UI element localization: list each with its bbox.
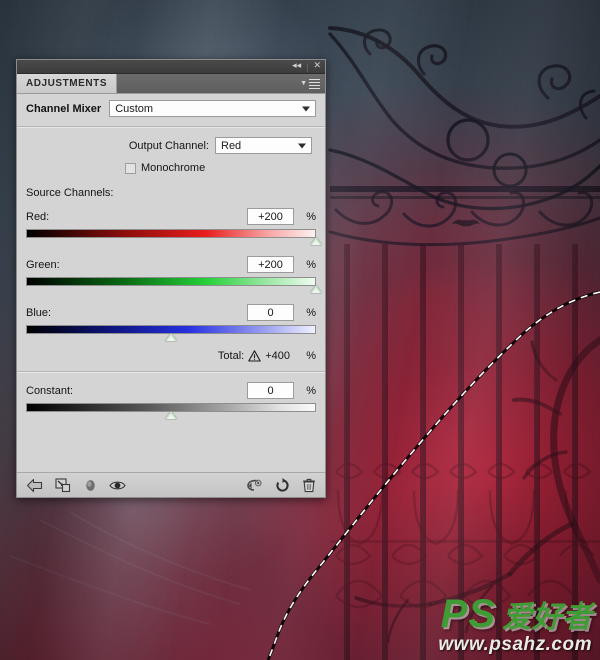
preview-toggle-icon[interactable] [84, 478, 97, 493]
panel-menu-icon[interactable]: ▼ [300, 74, 325, 93]
page-title: Channel Mixer [26, 102, 102, 115]
watermark-url: www.psahz.com [438, 634, 592, 655]
slider-track-wrap-constant[interactable] [26, 403, 316, 421]
photoshop-document-canvas: PS 爱好者 www.psahz.com ◂◂ | ✕ ADJUSTMENTS ▼… [0, 0, 600, 660]
monochrome-row: Monochrome [17, 154, 325, 174]
preset-select[interactable]: Custom [109, 100, 316, 117]
slider-track-green[interactable] [26, 277, 316, 286]
slider-track-wrap-blue[interactable] [26, 325, 316, 343]
output-channel-value: Red [221, 139, 242, 152]
output-channel-label: Output Channel: [128, 139, 209, 152]
slider-label-blue: Blue: [26, 306, 52, 319]
slider-thumb-green[interactable] [310, 285, 322, 293]
collapse-to-icons-icon[interactable]: ◂◂ [292, 62, 301, 71]
slider-unit-constant: % [306, 384, 316, 397]
output-channel-row: Output Channel: Red [17, 128, 325, 154]
tab-adjustments-label: ADJUSTMENTS [26, 78, 108, 89]
slider-track-red[interactable] [26, 229, 316, 238]
slider-value-green[interactable]: +200 [247, 256, 294, 273]
source-channels-label: Source Channels: [26, 187, 114, 199]
hamburger-icon [309, 78, 320, 89]
slider-thumb-constant[interactable] [165, 411, 177, 419]
trash-icon[interactable] [302, 478, 316, 493]
slider-unit-blue: % [306, 306, 316, 319]
total-unit: % [306, 350, 316, 362]
watermark-brand-cn: 爱好者 [502, 601, 592, 634]
adjustments-panel: ◂◂ | ✕ ADJUSTMENTS ▼ Channel Mixer Custo… [16, 59, 326, 498]
back-arrow-icon[interactable] [26, 478, 43, 493]
monochrome-checkbox[interactable] [125, 162, 136, 174]
slider-thumb-red[interactable] [310, 237, 322, 245]
slider-unit-green: % [306, 258, 316, 271]
slider-value-constant[interactable]: 0 [247, 382, 294, 399]
watermark-brand: PS [440, 592, 496, 636]
panel-titlebar: ◂◂ | ✕ [17, 60, 325, 74]
slider-label-constant: Constant: [26, 384, 74, 397]
clip-to-layer-icon[interactable] [55, 477, 72, 493]
panel-toolbar [17, 472, 325, 497]
slider-head-green: Green: +200 % [26, 256, 316, 273]
titlebar-separator: | [306, 61, 309, 72]
site-watermark: PS 爱好者 www.psahz.com [438, 594, 592, 654]
warning-triangle-icon [248, 350, 261, 362]
slider-group-green: Green: +200 % [17, 247, 325, 295]
total-value: +400 [265, 350, 290, 362]
output-channel-select[interactable]: Red [215, 137, 312, 154]
chevron-down-icon [298, 143, 306, 148]
slider-head-constant: Constant: 0 % [26, 382, 316, 399]
monochrome-label: Monochrome [141, 162, 206, 174]
close-icon[interactable]: ✕ [313, 62, 321, 71]
slider-label-green: Green: [26, 258, 60, 271]
slider-group-constant: Constant: 0 % [17, 373, 325, 421]
chevron-down-icon [302, 106, 310, 111]
slider-unit-red: % [306, 210, 316, 223]
reset-icon[interactable] [275, 477, 290, 493]
total-label: Total: [217, 350, 245, 362]
view-previous-state-icon[interactable] [246, 478, 263, 493]
slider-value-blue[interactable]: 0 [247, 304, 294, 321]
slider-label-red: Red: [26, 210, 50, 223]
eye-icon[interactable] [109, 479, 126, 492]
slider-head-red: Red: +200 % [26, 208, 316, 225]
total-row: Total: +400 % [17, 343, 325, 362]
slider-value-red[interactable]: +200 [247, 208, 294, 225]
chevron-down-icon: ▼ [300, 80, 307, 87]
slider-head-blue: Blue: 0 % [26, 304, 316, 321]
panel-body: Channel Mixer Custom Output Channel: Red… [17, 94, 325, 421]
tab-adjustments[interactable]: ADJUSTMENTS [17, 74, 118, 93]
slider-track-wrap-green[interactable] [26, 277, 322, 295]
slider-track-wrap-red[interactable] [26, 229, 322, 247]
preset-select-value: Custom [115, 102, 154, 115]
tabbar-spacer [117, 74, 300, 93]
slider-group-blue: Blue: 0 % [17, 295, 325, 343]
slider-thumb-blue[interactable] [165, 333, 177, 341]
slider-group-red: Red: +200 % [17, 199, 325, 247]
panel-tabbar: ADJUSTMENTS ▼ [17, 74, 325, 94]
channel-mixer-header-row: Channel Mixer Custom [17, 94, 325, 124]
